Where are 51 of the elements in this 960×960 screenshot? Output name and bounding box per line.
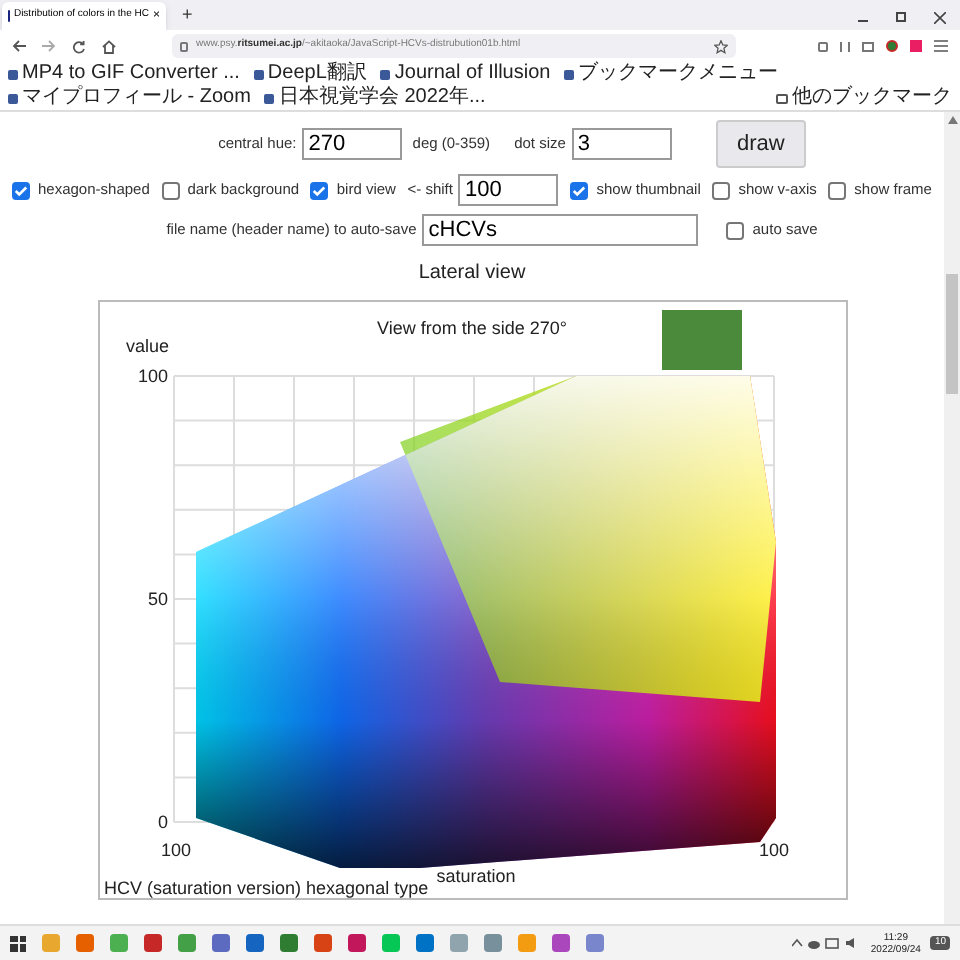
maximize-icon[interactable] — [896, 12, 906, 22]
input-field[interactable]: 100 — [458, 174, 559, 206]
bookmark-icon — [380, 69, 391, 79]
chart-title: View from the side 270° — [376, 318, 566, 338]
checkbox[interactable] — [161, 181, 180, 199]
checkbox[interactable] — [712, 181, 731, 199]
chart-caption: HCV (saturation version) hexagonal type — [103, 878, 428, 898]
y-tick-label: 100 — [136, 366, 167, 386]
photo-placeholder — [661, 310, 741, 370]
scrollbar[interactable] — [944, 112, 960, 924]
y-tick-label: 0 — [156, 812, 167, 832]
bookmark-icon — [564, 69, 575, 79]
windows-start-icon[interactable] — [10, 935, 26, 951]
bookmark-link[interactable]: DeepL翻訳 — [267, 62, 367, 86]
forward-arrow-icon[interactable] — [42, 40, 56, 52]
bookmark-link[interactable]: ブックマークメニュー — [578, 62, 779, 86]
checkbox[interactable] — [726, 221, 745, 239]
scroll-up-icon[interactable] — [947, 116, 957, 124]
reload-icon[interactable] — [72, 39, 86, 53]
section-title: Lateral view — [418, 260, 526, 288]
bookmark-icon — [253, 69, 264, 79]
bookmark-link[interactable]: 日本視覚学会 2022年... — [278, 86, 486, 110]
x-axis-label: saturation — [435, 866, 515, 886]
new-tab-button[interactable]: + — [182, 1, 193, 28]
home-icon[interactable] — [102, 39, 116, 53]
checkbox[interactable] — [570, 181, 589, 199]
y-tick-label: 50 — [146, 589, 167, 609]
bookmark-icon — [264, 93, 275, 103]
back-arrow-icon[interactable] — [12, 40, 26, 52]
input-field[interactable]: 3 — [571, 128, 672, 160]
bookmark-icon — [8, 69, 18, 79]
close-window-icon[interactable] — [934, 12, 946, 24]
draw-button[interactable]: draw — [715, 120, 806, 168]
folder-icon — [776, 93, 788, 103]
checkbox[interactable] — [12, 181, 30, 199]
input-field[interactable]: 270 — [302, 128, 403, 160]
checkbox[interactable] — [828, 181, 847, 199]
bookmark-icon — [8, 93, 18, 103]
scrollbar-thumb[interactable] — [946, 274, 958, 394]
star-icon[interactable] — [714, 39, 728, 53]
y-axis-label: value — [125, 336, 169, 356]
bookmark-link[interactable]: MP4 to GIF Converter ... — [22, 62, 240, 86]
bookmark-link[interactable]: マイプロフィール - Zoom — [22, 86, 251, 110]
sidebar-icon[interactable] — [862, 41, 874, 51]
x-tick-label: 100 — [757, 840, 789, 860]
menu-icon[interactable] — [934, 40, 948, 52]
bookmark-link[interactable]: Journal of Illusion — [394, 62, 551, 86]
x-tick-label: 100 — [159, 840, 191, 860]
checkbox[interactable] — [310, 181, 329, 199]
bookmark-link[interactable]: 他のブックマーク — [792, 86, 952, 110]
input-field[interactable]: cHCVs — [422, 214, 699, 246]
